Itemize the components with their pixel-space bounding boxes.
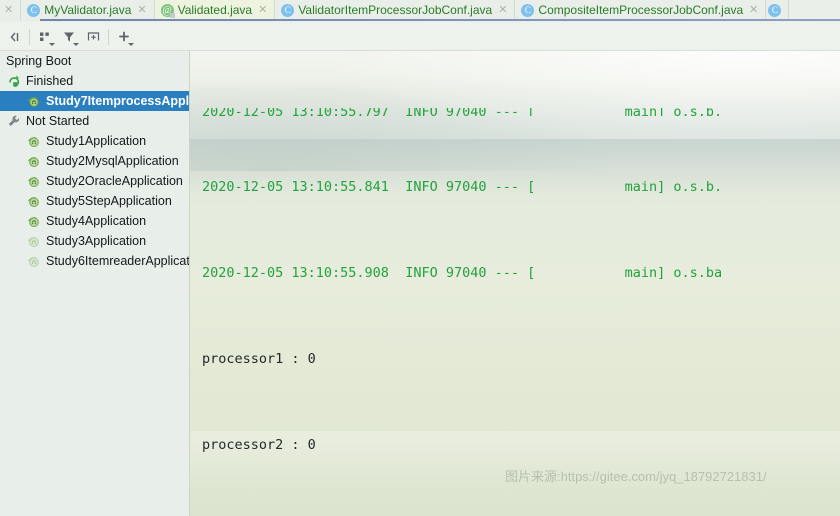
console-log-line: 2020-12-05 13:10:55.908 INFO 97040 --- [… [202, 265, 723, 282]
group-by-icon[interactable] [33, 25, 57, 49]
spring-boot-icon [26, 235, 42, 248]
rerun-icon [6, 74, 22, 88]
spring-boot-icon [26, 195, 42, 208]
tree-group-finished[interactable]: Finished [0, 71, 190, 91]
close-icon[interactable]: ✕ [749, 4, 758, 16]
chevron-down-icon[interactable] [49, 42, 55, 46]
console-log-line: processor2 : 0 [202, 436, 316, 453]
console-log-line: processor1 : 0 [202, 350, 316, 367]
tree-item-study4application[interactable]: Study4Application [0, 211, 190, 231]
tree-root-label: Spring Boot [6, 54, 72, 68]
java-class-icon: C [281, 3, 295, 17]
toolbar-separator [29, 28, 30, 45]
console-log-line: 2020-12-05 13:10:55.797 INFO 97040 --- [… [202, 108, 723, 117]
filter-icon[interactable] [57, 25, 81, 49]
editor-tab-underline [40, 19, 840, 21]
spring-boot-icon [26, 95, 42, 108]
tree-item-label: Study2OracleApplication [46, 174, 183, 188]
java-class-icon: C [27, 3, 41, 17]
tree-item-label: Study7ItemprocessAppli [46, 94, 190, 108]
tree-item-study1application[interactable]: Study1Application [0, 131, 190, 151]
ide-window: ✕ C MyValidator.java ✕ @ Validated.java … [0, 0, 840, 516]
close-icon[interactable]: ✕ [137, 4, 146, 16]
tree-group-not-started[interactable]: Not Started [0, 111, 190, 131]
console-log-line: 2020-12-05 13:10:55.841 INFO 97040 --- [… [202, 179, 723, 196]
spring-boot-icon [26, 155, 42, 168]
run-toolbar: Console Endpoints [0, 22, 840, 73]
add-icon[interactable] [112, 25, 136, 49]
java-class-icon: C [521, 3, 535, 17]
tree-item-label: Study3Application [46, 234, 147, 248]
editor-tab-bar: ✕ C MyValidator.java ✕ @ Validated.java … [0, 0, 840, 20]
java-annotation-icon: @ [160, 3, 175, 18]
spring-boot-icon [26, 255, 42, 268]
tree-item-label: Study4Application [46, 214, 147, 228]
run-toolbar-left [0, 22, 195, 51]
chevron-down-icon[interactable] [73, 42, 79, 46]
editor-tab-compositeitemprocessorjobconf[interactable]: C CompositeItemProcessorJobConf.java ✕ [515, 0, 767, 20]
tree-item-study2mysqlapplication[interactable]: Study2MysqlApplication [0, 151, 190, 171]
wrench-icon [6, 114, 22, 128]
spring-boot-icon [26, 175, 42, 188]
toolbar-separator [108, 28, 109, 45]
chevron-down-icon[interactable] [128, 42, 134, 46]
tree-item-study2oracleapplication[interactable]: Study2OracleApplication [0, 171, 190, 191]
editor-tab-overflow[interactable]: C [766, 0, 790, 20]
editor-tab-validated[interactable]: @ Validated.java ✕ [154, 0, 276, 20]
tree-item-study3application[interactable]: Study3Application [0, 231, 190, 251]
close-icon[interactable]: ✕ [258, 4, 267, 16]
editor-tab-myvalidator[interactable]: C MyValidator.java ✕ [21, 0, 155, 20]
tree-group-label: Finished [26, 74, 74, 88]
editor-tab-label: CompositeItemProcessorJobConf.java [538, 3, 744, 17]
run-dashboard-tree[interactable]: Spring Boot Finished Study7ItemprocessAp… [0, 51, 190, 516]
editor-tab-label: MyValidator.java [44, 3, 132, 17]
tree-item-label: Study6ItemreaderApplicat [46, 254, 190, 268]
java-class-icon: C [768, 3, 782, 17]
editor-tab-label: ValidatorItemProcessorJobConf.java [298, 3, 493, 17]
tree-root-spring-boot[interactable]: Spring Boot [0, 51, 190, 71]
tree-item-label: Study1Application [46, 134, 147, 148]
expand-icon[interactable] [81, 25, 105, 49]
tree-item-study6itemreaderapplication[interactable]: Study6ItemreaderApplicat [0, 251, 190, 271]
editor-tab-label: Validated.java [177, 3, 253, 17]
editor-tab-validatoritemprocessorjobconf[interactable]: C ValidatorItemProcessorJobConf.java ✕ [275, 0, 516, 20]
tree-item-label: Study2MysqlApplication [46, 154, 179, 168]
spring-boot-icon [26, 135, 42, 148]
close-icon[interactable]: ✕ [498, 4, 507, 16]
tree-item-study7itemprocess[interactable]: Study7ItemprocessAppli [0, 91, 190, 111]
spring-boot-icon [26, 215, 42, 228]
console-output-panel[interactable]: 2020-12-05 13:10:55.797 INFO 97040 --- [… [190, 51, 840, 516]
collapse-left-icon[interactable] [2, 25, 26, 49]
tree-item-study5stepapplication[interactable]: Study5StepApplication [0, 191, 190, 211]
close-icon[interactable]: ✕ [4, 4, 13, 16]
editor-tab-clipped[interactable]: ✕ [0, 0, 22, 20]
tree-group-label: Not Started [26, 114, 90, 128]
console-log-lines: 2020-12-05 13:10:55.797 INFO 97040 --- [… [190, 51, 840, 516]
tree-item-label: Study5StepApplication [46, 194, 172, 208]
